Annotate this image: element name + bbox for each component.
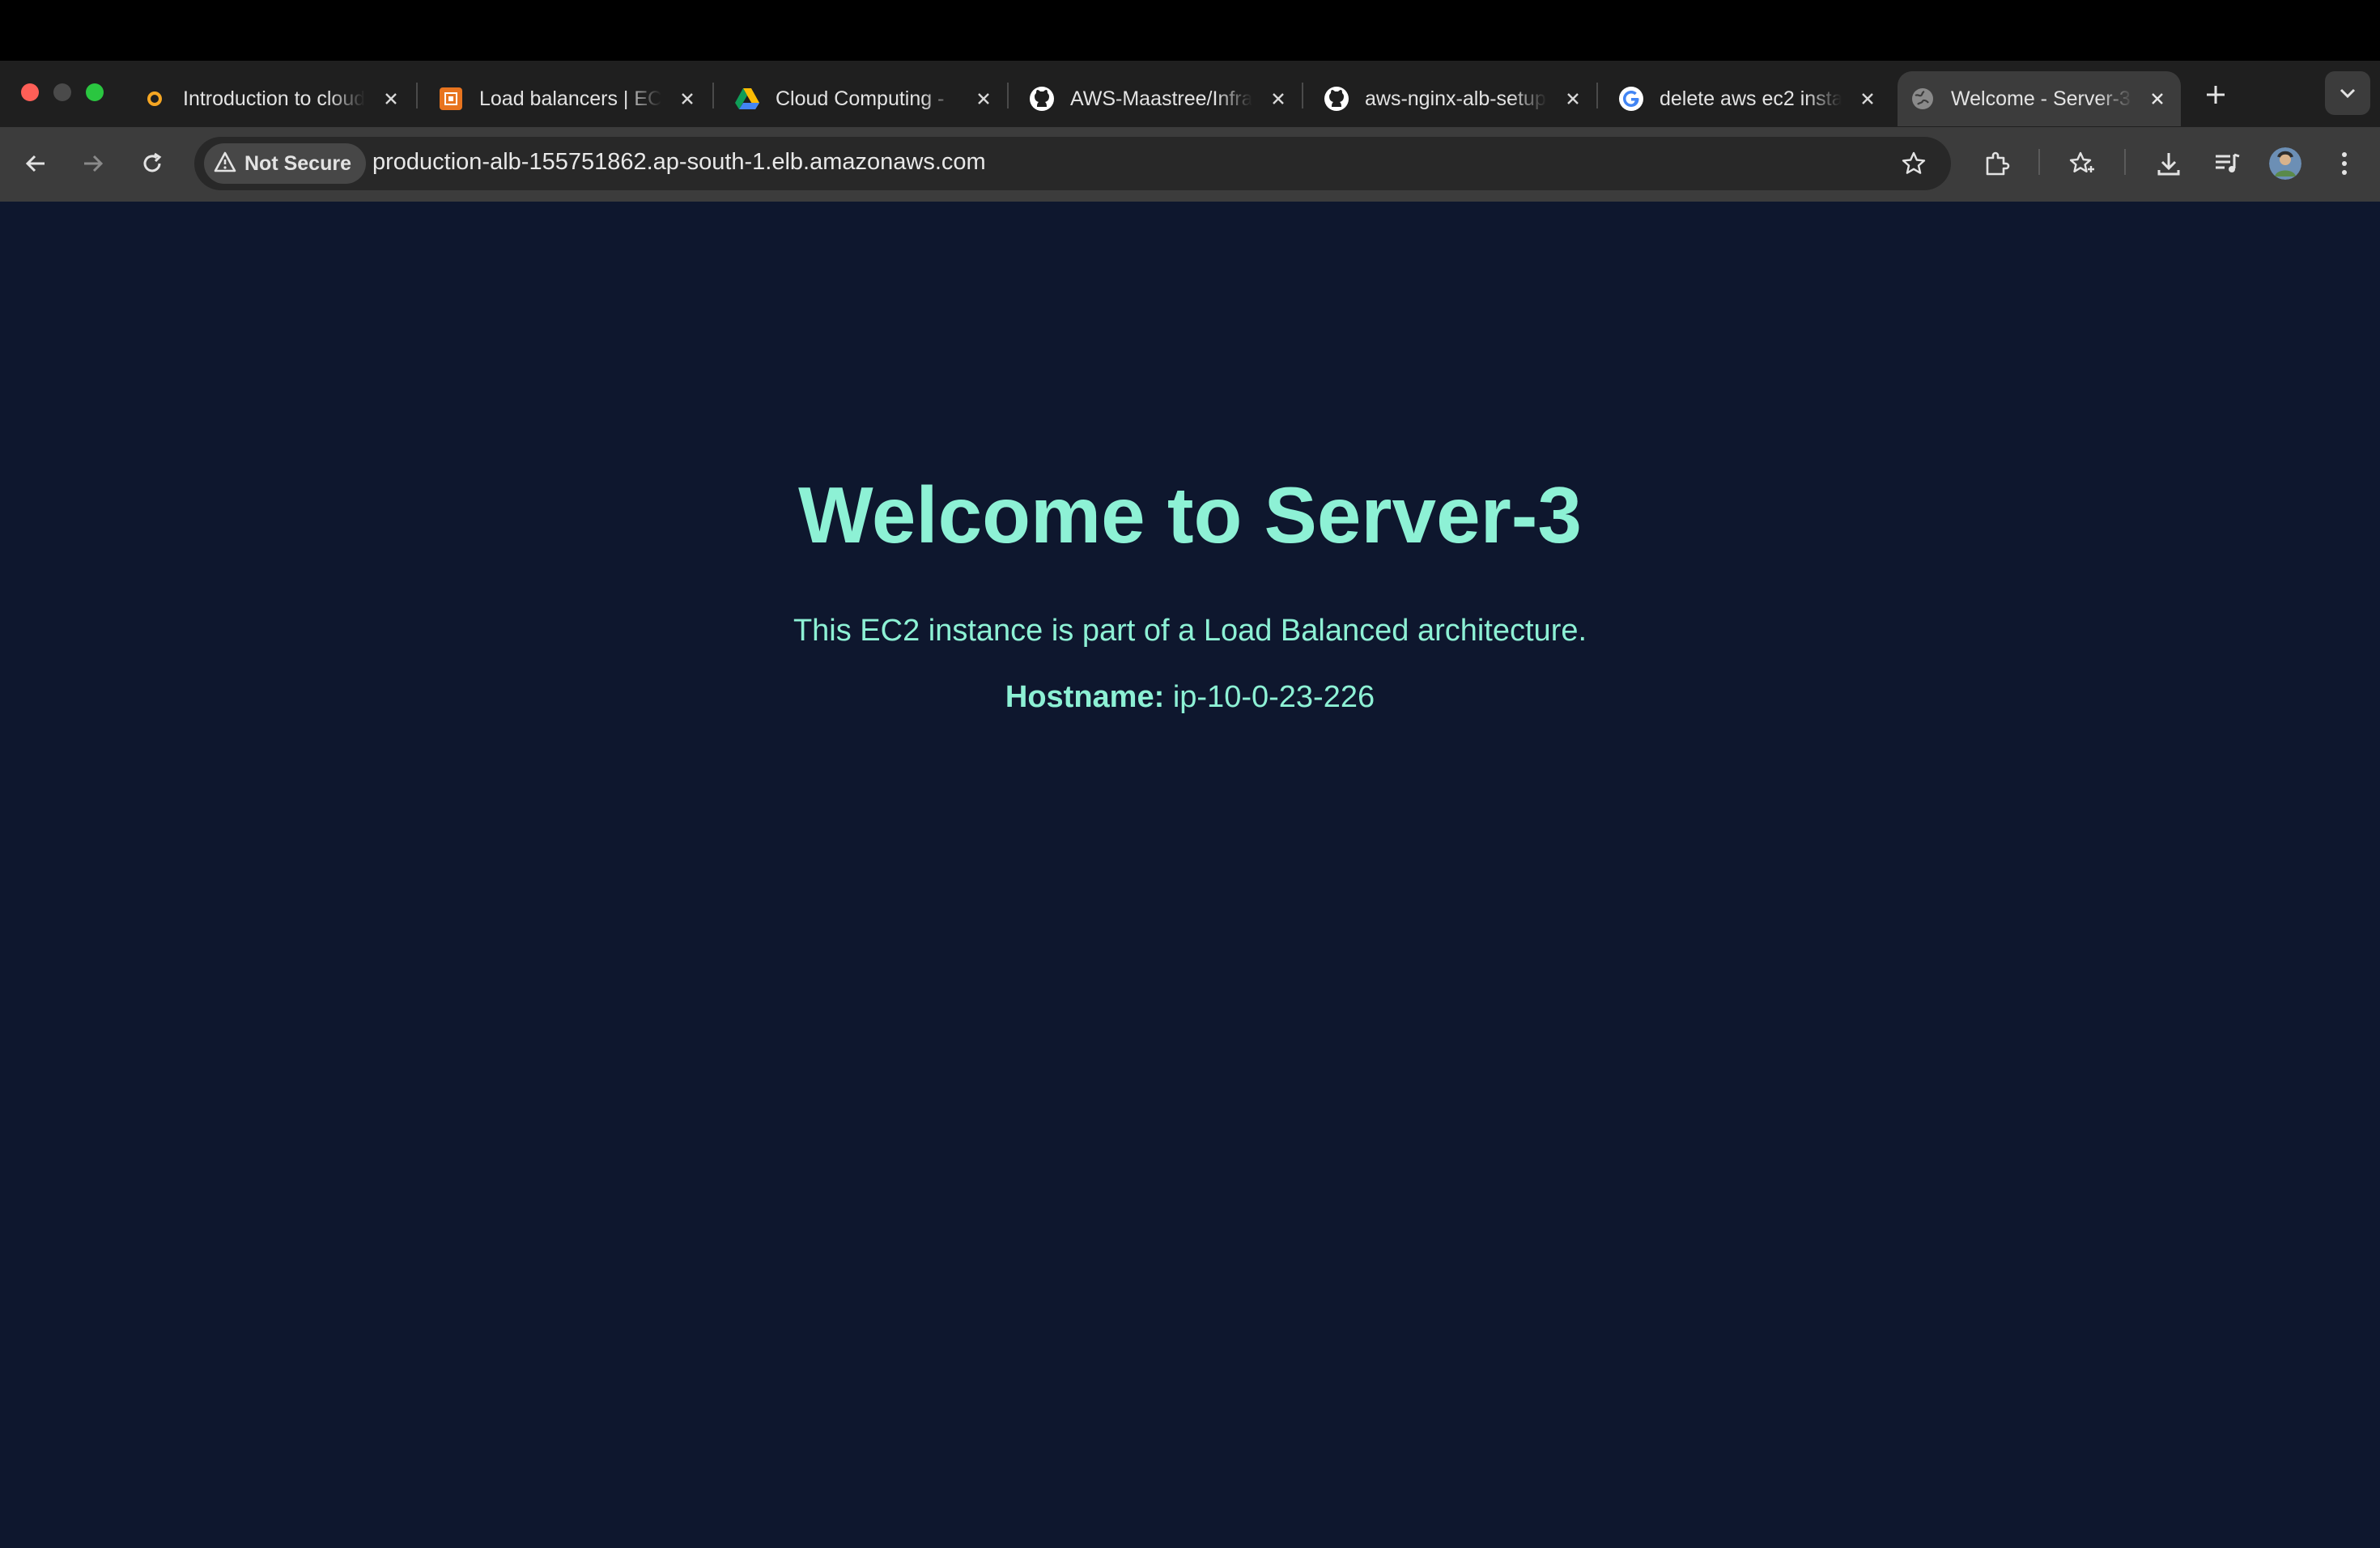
- tab-label: Introduction to cloud: [183, 87, 365, 110]
- tab-label: Welcome - Server-3: [1951, 87, 2131, 110]
- forward-button[interactable]: [72, 142, 114, 185]
- warning-icon: [214, 151, 236, 176]
- close-icon[interactable]: [1266, 87, 1290, 111]
- close-icon[interactable]: [971, 87, 996, 111]
- page-description: This EC2 instance is part of a Load Bala…: [793, 614, 1587, 648]
- tab-separator: [1302, 83, 1303, 108]
- hostname-line: Hostname: ip-10-0-23-226: [0, 680, 2380, 715]
- github-icon: [1323, 85, 1350, 113]
- close-icon[interactable]: [2145, 87, 2170, 111]
- profile-avatar[interactable]: [2269, 147, 2301, 180]
- tab-cloud-computing[interactable]: Cloud Computing -: [722, 71, 1007, 126]
- close-icon[interactable]: [1561, 87, 1585, 111]
- tab-load-balancers[interactable]: Load balancers | EC2: [426, 71, 711, 126]
- tab-welcome-server-3[interactable]: Welcome - Server-3: [1898, 71, 2181, 126]
- tab-label: aws-nginx-alb-setup: [1365, 87, 1546, 110]
- window-close-button[interactable]: [21, 83, 39, 101]
- tab-search-button[interactable]: [2325, 71, 2370, 115]
- close-icon[interactable]: [1855, 87, 1880, 111]
- google-icon: [1617, 85, 1645, 113]
- bookmark-star-icon[interactable]: [1893, 142, 1935, 185]
- more-menu-icon[interactable]: [2323, 142, 2365, 185]
- tab-label: Cloud Computing -: [776, 87, 945, 110]
- tab-delete-aws-ec2[interactable]: delete aws ec2 insta: [1606, 71, 1891, 126]
- page-heading: Welcome to Server-3: [798, 470, 1582, 559]
- toolbar-divider: [2038, 149, 2040, 175]
- page-viewport: [0, 202, 2380, 1548]
- tab-aws-maastree[interactable]: AWS-Maastree/Infra: [1017, 71, 1302, 126]
- window-maximize-button[interactable]: [86, 83, 104, 101]
- bookmarks-star-icon[interactable]: [2061, 142, 2103, 185]
- close-icon[interactable]: [379, 87, 403, 111]
- google-drive-icon: [733, 85, 761, 113]
- aws-ec2-icon: [437, 85, 465, 113]
- hostname-value: ip-10-0-23-226: [1172, 680, 1375, 714]
- close-icon[interactable]: [675, 87, 699, 111]
- tab-separator: [1007, 83, 1009, 108]
- tab-aws-nginx-alb-setup[interactable]: aws-nginx-alb-setup: [1311, 71, 1596, 126]
- tab-label: Load balancers | EC2: [479, 87, 661, 110]
- download-icon[interactable]: [2148, 142, 2190, 185]
- tab-label: AWS-Maastree/Infra: [1070, 87, 1252, 110]
- tab-introduction-to-cloud[interactable]: Introduction to cloud: [130, 71, 414, 126]
- tab-separator: [712, 83, 714, 108]
- toolbar-divider: [2124, 149, 2126, 175]
- security-indicator[interactable]: Not Secure: [204, 143, 366, 184]
- globe-icon: [1909, 85, 1936, 113]
- tab-separator: [1596, 83, 1598, 108]
- tab-label: delete aws ec2 insta: [1660, 87, 1842, 110]
- orange-ring-icon: [141, 85, 168, 113]
- extensions-icon[interactable]: [1975, 142, 2017, 185]
- reload-button[interactable]: [131, 142, 173, 185]
- media-controls-icon[interactable]: [2206, 142, 2248, 185]
- new-tab-button[interactable]: [2199, 78, 2233, 112]
- hostname-label: Hostname:: [1005, 680, 1165, 714]
- tab-separator: [416, 83, 418, 108]
- window-minimize-button[interactable]: [53, 83, 71, 101]
- url-text[interactable]: production-alb-155751862.ap-south-1.elb.…: [372, 149, 986, 176]
- github-icon: [1028, 85, 1056, 113]
- back-button[interactable]: [15, 142, 57, 185]
- security-label: Not Secure: [244, 151, 351, 175]
- system-menu-bar: [0, 0, 2380, 61]
